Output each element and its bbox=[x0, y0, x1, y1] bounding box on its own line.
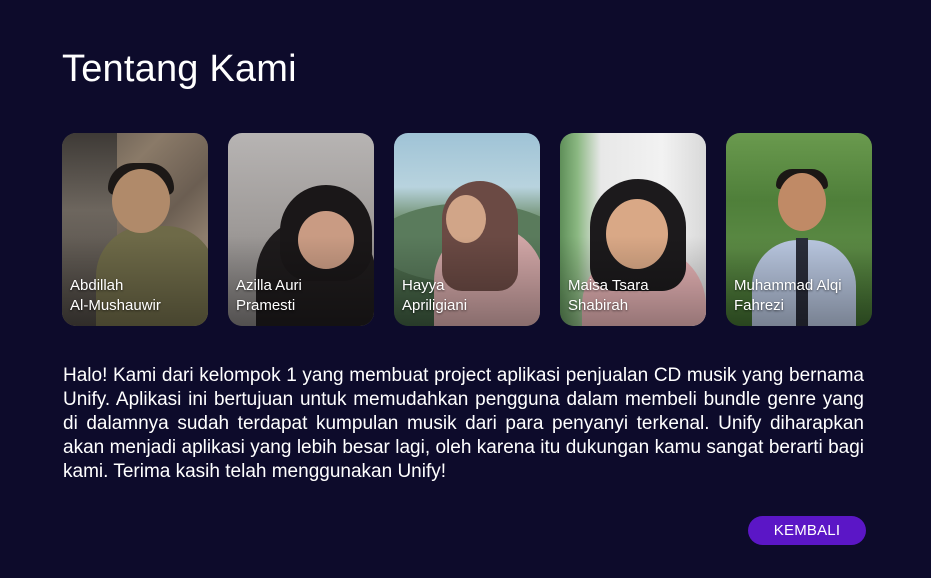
team-name-line-1: Muhammad Alqi bbox=[734, 277, 842, 294]
team-name-line-2: Fahrezi bbox=[734, 297, 785, 314]
team-name-line-1: Abdillah bbox=[70, 277, 124, 294]
team-name-line-2: Al-Mushauwir bbox=[70, 297, 161, 314]
team-name-line-1: Maisa Tsara bbox=[568, 277, 649, 294]
team-name-line-2: Apriligiani bbox=[402, 297, 468, 314]
page-title: Tentang Kami bbox=[62, 48, 297, 90]
team-card-abdillah: Abdillah Al-Mushauwir bbox=[62, 133, 208, 326]
team-member-name: Hayya Apriligiani bbox=[402, 276, 534, 316]
team-card-maisa: Maisa Tsara Shabirah bbox=[560, 133, 706, 326]
team-name-line-2: Pramesti bbox=[236, 297, 296, 314]
team-card-azilla: Azilla Auri Pramesti bbox=[228, 133, 374, 326]
back-button[interactable]: KEMBALI bbox=[748, 516, 866, 545]
team-gallery: Abdillah Al-Mushauwir Azilla Auri Prames… bbox=[62, 133, 872, 326]
team-name-line-1: Hayya bbox=[402, 277, 445, 294]
team-card-muhammad: Muhammad Alqi Fahrezi bbox=[726, 133, 872, 326]
about-page: Tentang Kami Abdillah Al-Mushauwir Azill… bbox=[0, 0, 931, 578]
team-member-name: Azilla Auri Pramesti bbox=[236, 276, 368, 316]
team-name-line-1: Azilla Auri bbox=[236, 277, 302, 294]
team-name-line-2: Shabirah bbox=[568, 297, 629, 314]
about-description: Halo! Kami dari kelompok 1 yang membuat … bbox=[63, 365, 864, 482]
team-member-name: Muhammad Alqi Fahrezi bbox=[734, 276, 866, 316]
team-member-name: Abdillah Al-Mushauwir bbox=[70, 276, 202, 316]
team-card-hayya: Hayya Apriligiani bbox=[394, 133, 540, 326]
team-member-name: Maisa Tsara Shabirah bbox=[568, 276, 700, 316]
